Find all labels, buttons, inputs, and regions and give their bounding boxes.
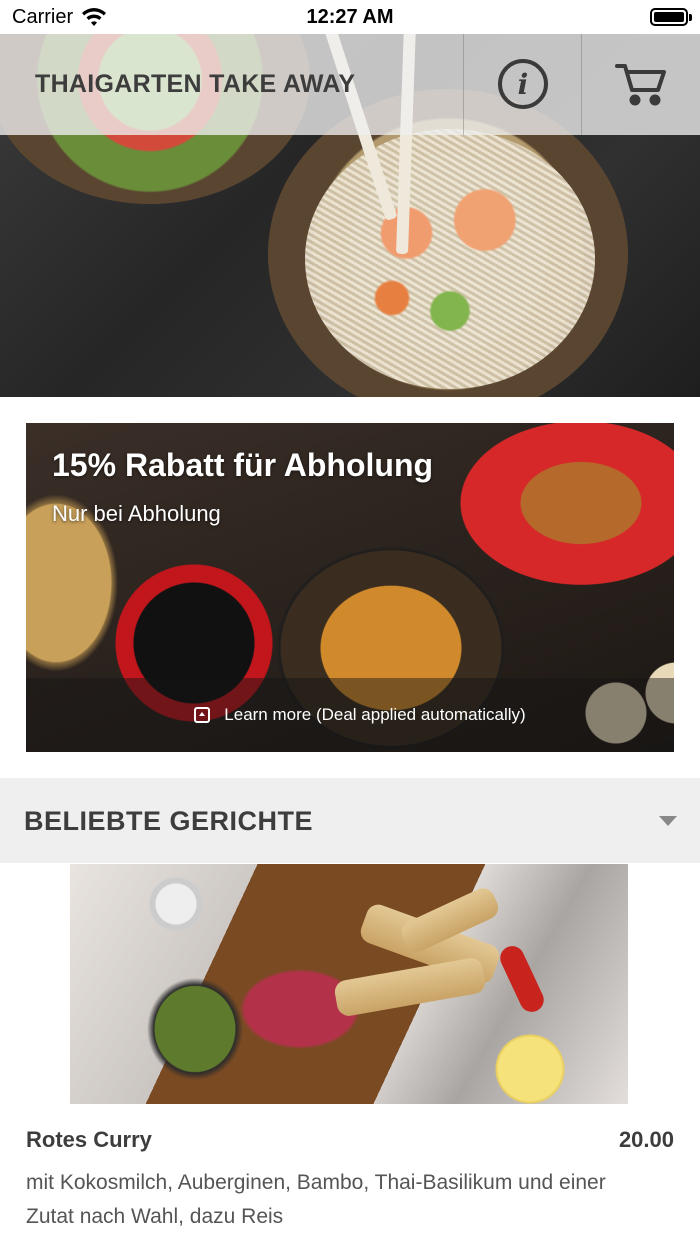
app-header: THAIGARTEN TAKE AWAY i [0, 34, 700, 135]
chevron-down-icon [659, 816, 677, 826]
dish-description: mit Kokosmilch, Auberginen, Bambo, Thai-… [26, 1171, 606, 1228]
status-bar: Carrier 12:27 AM [0, 0, 700, 34]
restaurant-title: THAIGARTEN TAKE AWAY [35, 70, 356, 98]
section-header-popular[interactable]: BELIEBTE GERICHTE [0, 778, 700, 863]
deal-subtitle: Nur bei Abholung [52, 501, 221, 526]
status-time: 12:27 AM [306, 6, 394, 28]
dish-image-bread [333, 956, 487, 1018]
dish-image-pepper [496, 942, 548, 1016]
cart-button[interactable] [614, 60, 668, 110]
deal-learn-more[interactable]: Learn more (Deal applied automatically) [26, 678, 674, 752]
dish-name[interactable]: Rotes Curry [26, 1127, 152, 1153]
battery-icon [650, 8, 692, 26]
info-icon: i [517, 67, 529, 101]
dish-image[interactable] [70, 864, 628, 1104]
cart-icon [615, 64, 666, 106]
deal-title: 15% Rabatt für Abholung [52, 447, 434, 483]
header-divider [581, 34, 582, 135]
info-button[interactable]: i [498, 59, 548, 109]
header-divider [463, 34, 464, 135]
deal-learn-more-label: Learn more (Deal applied automatically) [224, 705, 526, 724]
expand-icon [194, 707, 211, 723]
deal-card[interactable]: 15% Rabatt für Abholung Nur bei Abholung… [26, 423, 674, 752]
section-title: BELIEBTE GERICHTE [24, 806, 314, 836]
dish-price: 20.00 [618, 1127, 674, 1152]
hero-noodles [305, 129, 595, 389]
